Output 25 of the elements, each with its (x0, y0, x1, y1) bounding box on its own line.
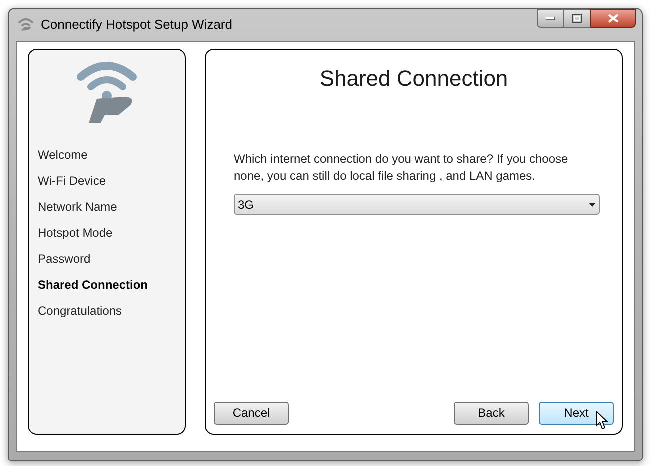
wizard-step: Welcome (38, 145, 185, 165)
window-title: Connectify Hotspot Setup Wizard (41, 16, 232, 34)
minimize-icon (546, 17, 555, 20)
maximize-button[interactable] (564, 9, 590, 28)
app-icon (17, 17, 35, 33)
wizard-button[interactable]: Back (454, 402, 529, 424)
wizard-button[interactable]: Cancel (214, 402, 289, 424)
wizard-step: Network Name (38, 197, 185, 217)
wizard-step: Shared Connection (38, 275, 185, 295)
dropdown-arrow-icon (589, 202, 596, 206)
page-heading: Shared Connection (318, 65, 510, 93)
connection-dropdown[interactable]: 3G (234, 194, 600, 215)
wizard-step: Password (38, 249, 185, 269)
wizard-step: Wi-Fi Device (38, 171, 185, 191)
close-button[interactable] (590, 9, 636, 28)
wifi-hand-logo (75, 59, 139, 125)
minimize-button[interactable] (537, 9, 564, 28)
wizard-step: Hotspot Mode (38, 223, 185, 243)
description-text: Which internet connection do you want to share? If you choose none, you can still do local file sharing , and LAN games. (234, 151, 570, 185)
close-icon (608, 14, 618, 23)
mouse-cursor-icon (596, 411, 608, 430)
wizard-step: Congratulations (38, 301, 185, 321)
wizard-button[interactable]: Next (539, 402, 614, 424)
maximize-icon (572, 14, 582, 23)
dropdown-value: 3G (238, 196, 254, 214)
